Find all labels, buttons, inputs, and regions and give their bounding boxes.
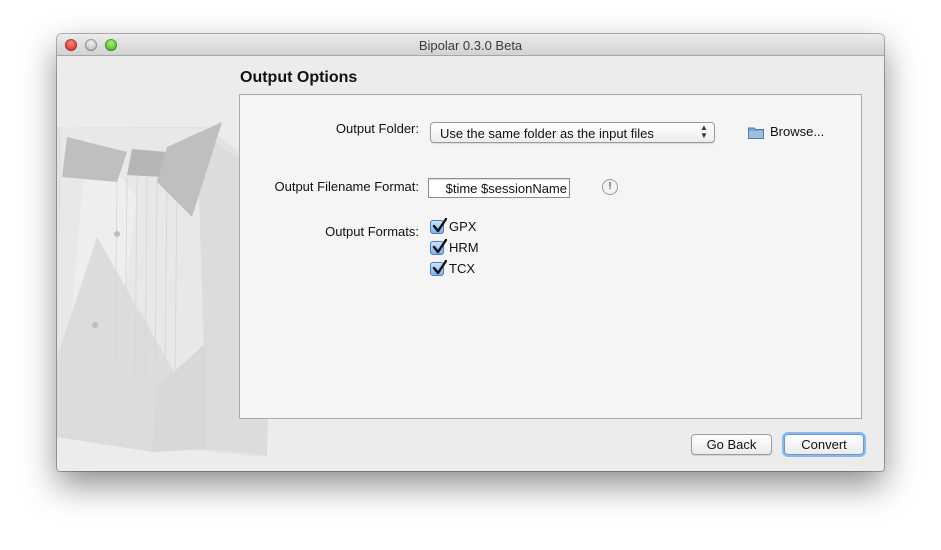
filename-format-label: Output Filename Format: [274,179,420,194]
format-label: HRM [449,240,479,255]
output-folder-selected-value: Use the same folder as the input files [440,126,654,141]
options-panel: Output Folder: Use the same folder as th… [239,94,862,419]
page-title: Output Options [240,69,358,86]
filename-format-field[interactable] [428,178,570,198]
convert-button[interactable]: Convert [784,434,864,455]
output-formats-label: Output Formats: [325,224,419,239]
checkbox[interactable] [430,218,447,234]
app-window: Bipolar 0.3.0 Beta Output Options Output… [57,34,884,471]
checkmark-icon [432,239,447,254]
checkmark-icon [432,218,447,233]
window-title: Bipolar 0.3.0 Beta [418,38,523,53]
go-back-button[interactable]: Go Back [691,434,772,455]
folder-icon [748,127,764,139]
filename-format-input[interactable] [429,179,567,197]
browse-label: Browse... [770,124,825,139]
format-label: TCX [449,261,475,276]
checkbox[interactable] [430,239,447,255]
format-label: GPX [449,219,477,234]
updown-arrows-icon: ▲ ▼ [700,123,708,140]
checkmark-icon [432,260,447,275]
info-icon[interactable]: ! [602,179,618,195]
checkbox[interactable] [430,260,447,276]
output-folder-select[interactable]: Use the same folder as the input files ▲… [430,122,715,143]
title-bar[interactable]: Bipolar 0.3.0 Beta [57,34,884,56]
output-folder-label: Output Folder: [335,121,419,136]
